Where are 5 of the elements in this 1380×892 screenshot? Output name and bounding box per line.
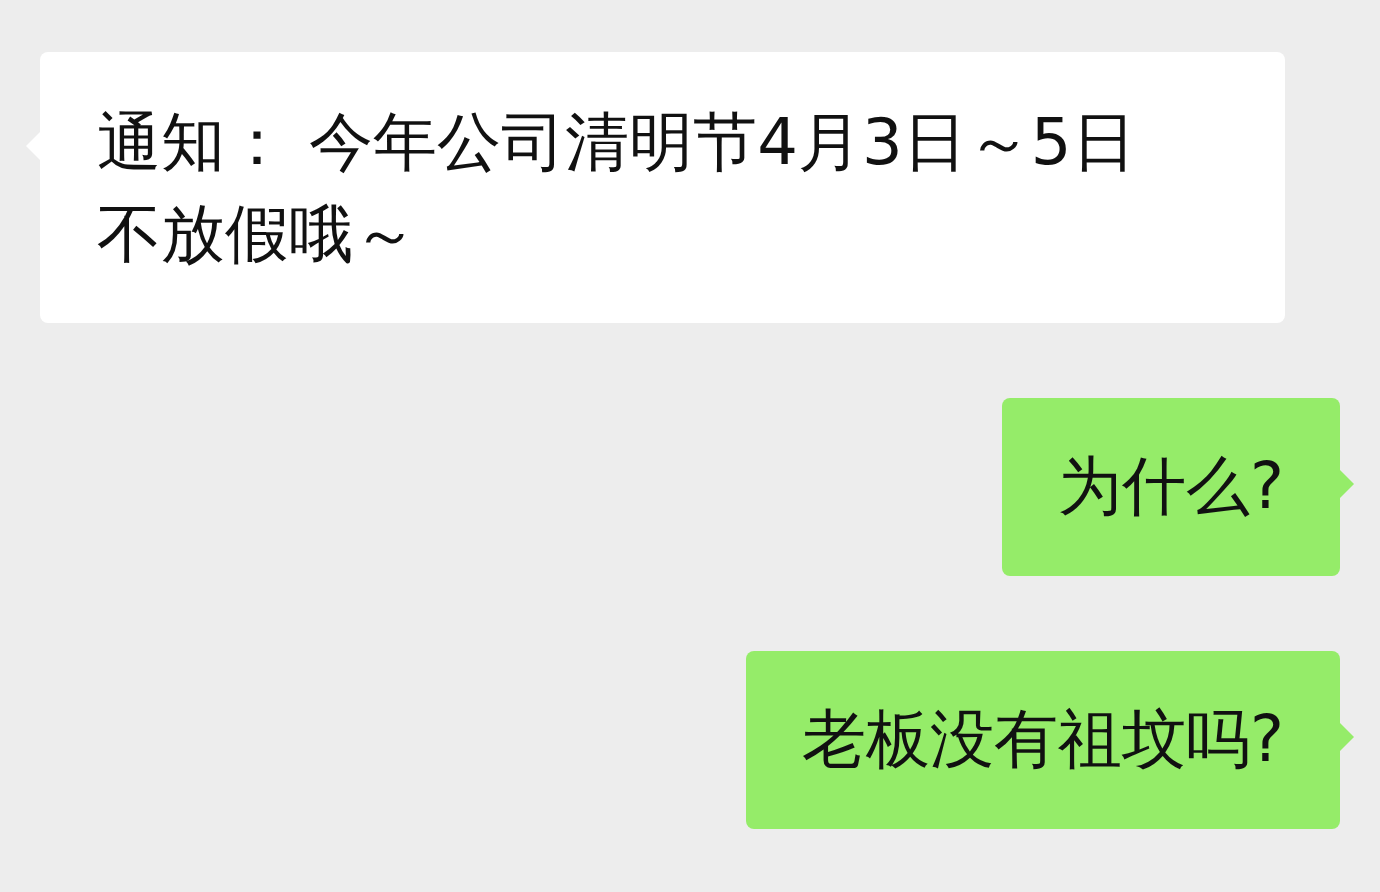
message-bubble: 为什么? (1002, 398, 1340, 576)
bubble-tail (1340, 723, 1354, 751)
bubble-tail (1340, 470, 1354, 498)
message-bubble: 通知： 今年公司清明节4月3日～5日不放假哦～ (40, 52, 1285, 323)
message-bubble: 老板没有祖坟吗? (746, 651, 1340, 829)
